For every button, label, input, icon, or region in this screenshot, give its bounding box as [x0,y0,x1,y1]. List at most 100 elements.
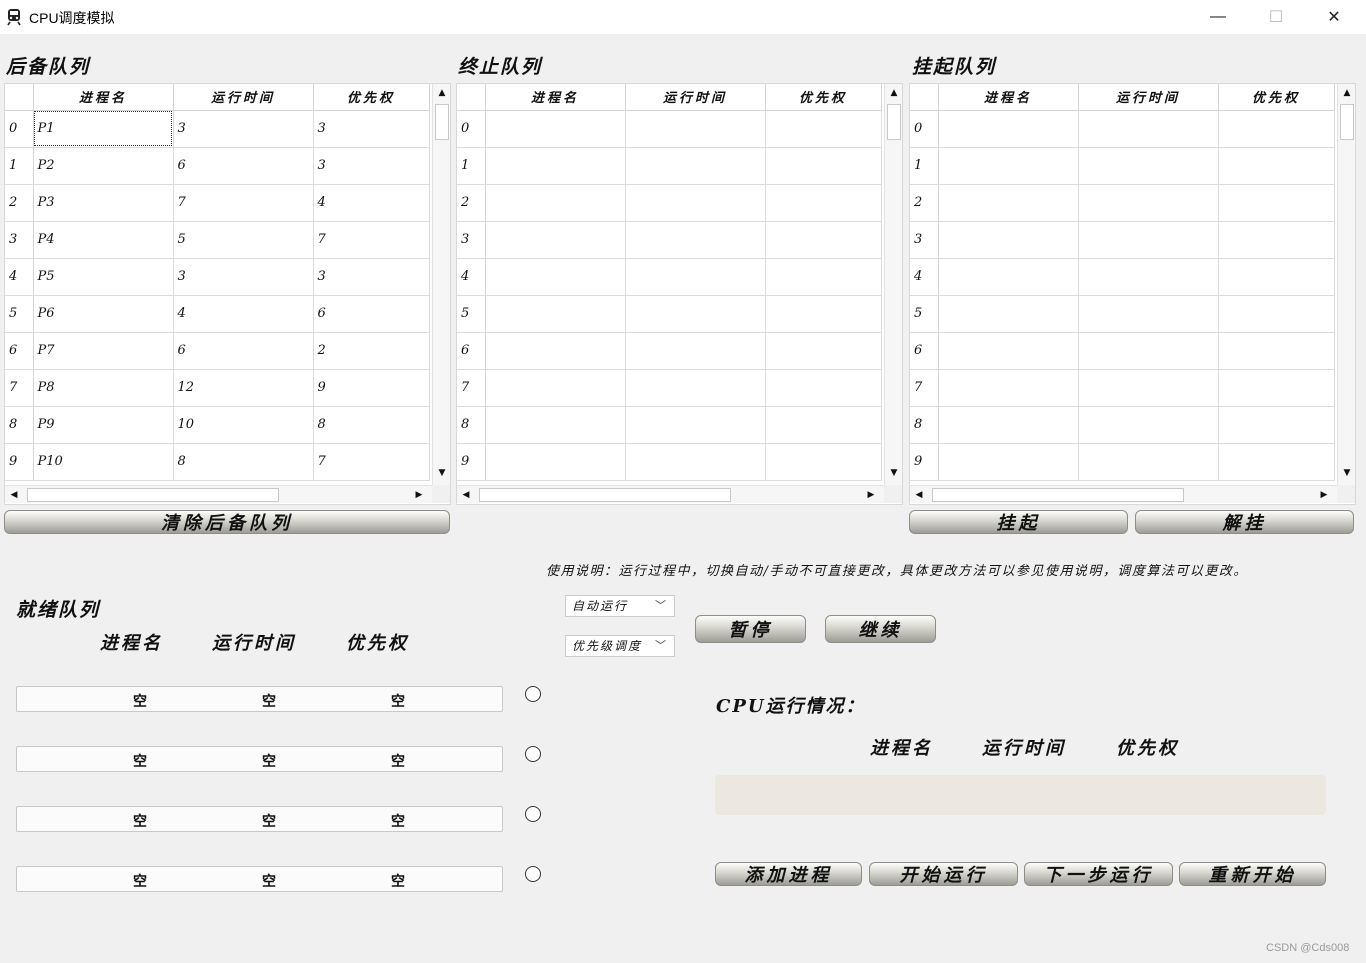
table-cell[interactable] [625,369,766,407]
table-row[interactable]: 4 P5 3 3 [5,258,430,296]
table-row[interactable]: 3 P4 5 7 [5,221,430,259]
table-cell[interactable]: 8 [173,443,314,481]
table-cell[interactable] [765,258,882,296]
table-row[interactable]: 1 [910,147,1335,185]
table-cell[interactable]: 2 [313,332,430,370]
column-header[interactable]: 运行时间 [173,84,314,111]
table-row[interactable]: 5 P6 4 6 [5,295,430,333]
table-row[interactable]: 7 [910,369,1335,407]
table-row[interactable]: 1 [457,147,882,185]
table-row[interactable]: 2 P3 7 4 [5,184,430,222]
table-cell[interactable] [625,443,766,481]
table-cell[interactable] [485,110,626,148]
table-cell[interactable]: 3 [173,110,314,148]
backup-vertical-scrollbar[interactable]: ▲ ▼ [432,84,450,485]
table-cell[interactable] [765,221,882,259]
clear-backup-queue-button[interactable]: 清除后备队列 [4,510,450,534]
table-cell[interactable]: 3 [313,147,430,185]
table-cell[interactable] [625,406,766,444]
table-row[interactable]: 6 P7 6 2 [5,332,430,370]
table-cell[interactable] [765,110,882,148]
table-row[interactable]: 0 [457,110,882,148]
table-cell[interactable] [765,369,882,407]
table-cell[interactable] [485,258,626,296]
scroll-thumb[interactable] [932,488,1184,502]
table-cell[interactable] [1218,369,1335,407]
table-cell[interactable] [938,147,1079,185]
table-row[interactable]: 4 [457,258,882,296]
column-header[interactable]: 进程名 [33,84,174,111]
table-cell[interactable] [1218,221,1335,259]
table-cell[interactable] [625,295,766,333]
table-cell[interactable]: P3 [33,184,174,222]
maximize-button[interactable]: ☐ [1247,0,1305,34]
table-cell[interactable] [765,147,882,185]
table-row[interactable]: 9 [910,443,1335,481]
table-cell[interactable]: P6 [33,295,174,333]
scroll-down-icon[interactable]: ▼ [433,464,450,482]
table-cell[interactable] [625,258,766,296]
scroll-up-icon[interactable]: ▲ [885,84,902,102]
column-header[interactable]: 进程名 [485,84,626,111]
scroll-thumb[interactable] [1340,104,1354,140]
finished-vertical-scrollbar[interactable]: ▲ ▼ [884,84,902,485]
table-cell[interactable] [765,443,882,481]
scroll-left-icon[interactable]: ◀ [457,486,475,504]
table-row[interactable]: 0 [910,110,1335,148]
ready-slot-radio[interactable] [525,686,541,702]
scroll-right-icon[interactable]: ▶ [862,486,880,504]
table-cell[interactable] [625,110,766,148]
table-cell[interactable]: 7 [313,443,430,481]
next-step-button[interactable]: 下一步运行 [1024,862,1173,886]
table-cell[interactable] [485,443,626,481]
scroll-left-icon[interactable]: ◀ [5,486,23,504]
table-row[interactable]: 2 [910,184,1335,222]
column-header[interactable]: 优先权 [1218,84,1335,111]
table-cell[interactable] [765,406,882,444]
finished-horizontal-scrollbar[interactable]: ◀ ▶ [457,485,884,503]
table-cell[interactable] [1078,443,1219,481]
column-header[interactable]: 运行时间 [625,84,766,111]
table-cell[interactable] [1218,332,1335,370]
table-cell[interactable]: P1 [33,110,174,148]
table-row[interactable]: 1 P2 6 3 [5,147,430,185]
start-run-button[interactable]: 开始运行 [869,862,1018,886]
table-row[interactable]: 3 [910,221,1335,259]
table-row[interactable]: 2 [457,184,882,222]
table-cell[interactable] [938,258,1079,296]
table-cell[interactable] [1218,258,1335,296]
table-row[interactable]: 8 [910,406,1335,444]
scroll-thumb[interactable] [27,488,279,502]
table-cell[interactable] [1078,147,1219,185]
continue-button[interactable]: 继续 [825,615,936,643]
suspended-queue-grid[interactable]: 进程名 运行时间 优先权 0 1 2 3 4 5 6 7 8 9 ▲ ▼ ◀ ▶ [909,83,1356,505]
scroll-right-icon[interactable]: ▶ [410,486,428,504]
table-cell[interactable]: 6 [173,147,314,185]
run-mode-select[interactable]: 自动运行 ﹀ [565,595,675,617]
table-cell[interactable] [1078,184,1219,222]
table-cell[interactable] [1218,406,1335,444]
table-cell[interactable]: P2 [33,147,174,185]
suspend-button[interactable]: 挂起 [909,510,1128,534]
table-cell[interactable] [1218,184,1335,222]
column-header[interactable]: 进程名 [938,84,1079,111]
table-row[interactable]: 6 [457,332,882,370]
table-row[interactable]: 5 [910,295,1335,333]
table-cell[interactable] [1078,110,1219,148]
table-row[interactable]: 8 P9 10 8 [5,406,430,444]
table-row[interactable]: 6 [910,332,1335,370]
column-header[interactable]: 运行时间 [1078,84,1219,111]
table-cell[interactable]: 3 [313,110,430,148]
pause-button[interactable]: 暂停 [695,615,806,643]
table-cell[interactable] [485,295,626,333]
ready-slot-radio[interactable] [525,806,541,822]
table-cell[interactable]: 7 [173,184,314,222]
table-cell[interactable] [485,147,626,185]
table-row[interactable]: 7 [457,369,882,407]
table-row[interactable]: 5 [457,295,882,333]
scroll-up-icon[interactable]: ▲ [1338,84,1355,102]
scroll-thumb[interactable] [479,488,731,502]
table-row[interactable]: 4 [910,258,1335,296]
table-cell[interactable] [485,332,626,370]
table-cell[interactable]: P5 [33,258,174,296]
